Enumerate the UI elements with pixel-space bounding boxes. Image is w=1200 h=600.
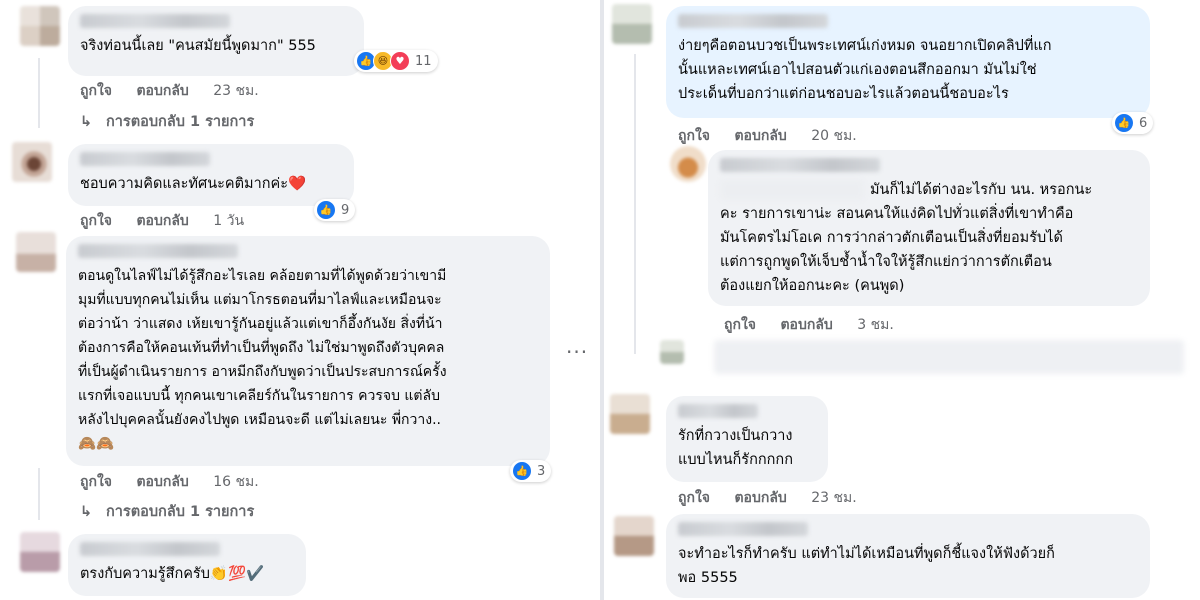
thread-line bbox=[38, 58, 40, 128]
commenter-avatar[interactable] bbox=[670, 146, 706, 182]
comment-timestamp[interactable]: 20 ชม. bbox=[811, 128, 856, 144]
reply-button[interactable]: ตอบกลับ bbox=[136, 213, 188, 229]
comment-bubble: รักที่กวางเป็นกวาง แบบไหนก็รักกกกก bbox=[666, 396, 828, 482]
commenter-avatar[interactable] bbox=[614, 516, 654, 556]
reply-avatar bbox=[660, 340, 684, 364]
reaction-count: 3 bbox=[537, 463, 546, 479]
clap-hundred-check-emoji: 👏💯✔️ bbox=[209, 566, 265, 582]
commenter-avatar[interactable] bbox=[12, 142, 52, 182]
reply-button[interactable]: ตอบกลับ bbox=[734, 128, 786, 144]
comment-actions: ถูกใจ ตอบกลับ 16 ชม. bbox=[80, 471, 279, 493]
left-comments-panel: จริงท่อนนี้เลย "คนสมัยนี้พูดมาก" 555 👍 😆… bbox=[0, 0, 600, 600]
commenter-name-redacted[interactable] bbox=[678, 404, 758, 418]
comment-actions: ถูกใจ ตอบกลับ 3 ชม. bbox=[724, 314, 914, 336]
comment-bubble: ชอบความคิดและทัศนะคติมากค่ะ❤️ bbox=[68, 144, 354, 206]
monkey-emoji: 🙈🙈 bbox=[78, 436, 115, 452]
reaction-count: 9 bbox=[341, 202, 350, 218]
commenter-avatar[interactable] bbox=[610, 394, 650, 434]
reply-arrow-icon: ↳ bbox=[80, 504, 93, 520]
commenter-name-redacted[interactable] bbox=[78, 244, 238, 258]
reply-button[interactable]: ตอบกลับ bbox=[734, 490, 786, 506]
like-button[interactable]: ถูกใจ bbox=[724, 317, 756, 333]
comment-bubble: จะทำอะไรก็ทำครับ แต่ทำไม่ได้เหมือนที่พูด… bbox=[666, 514, 1150, 598]
comment-timestamp[interactable]: 16 ชม. bbox=[213, 474, 258, 490]
comment-actions: ถูกใจ ตอบกลับ 23 ชม. bbox=[678, 487, 877, 509]
commenter-avatar[interactable] bbox=[612, 4, 652, 44]
comment-bubble: ตอนดูในไลฟ์ไม่ได้รู้สึกอะไรเลย คล้อยตามท… bbox=[66, 236, 550, 466]
reaction-summary[interactable]: 👍 6 bbox=[1112, 112, 1154, 134]
commenter-avatar[interactable] bbox=[20, 532, 60, 572]
view-replies-link[interactable]: ↳ การตอบกลับ 1 รายการ bbox=[80, 110, 254, 133]
thread-line bbox=[634, 54, 636, 354]
comment-bubble: ง่ายๆคือตอนบวชเป็นพระเทศน์เก่งหมด จนอยาก… bbox=[666, 6, 1150, 118]
comment-bubble: มันก็ไม่ได้ต่างอะไรกับ นน. หรอกนะ คะ ราย… bbox=[708, 150, 1150, 306]
like-button[interactable]: ถูกใจ bbox=[80, 83, 112, 99]
comment-text: รักที่กวางเป็นกวาง แบบไหนก็รักกกกก bbox=[678, 428, 793, 468]
like-button[interactable]: ถูกใจ bbox=[80, 213, 112, 229]
reaction-count: 11 bbox=[415, 53, 432, 69]
comment-timestamp[interactable]: 23 ชม. bbox=[811, 490, 856, 506]
comment-text: ตอนดูในไลฟ์ไม่ได้รู้สึกอะไรเลย คล้อยตามท… bbox=[78, 268, 447, 428]
comment-bubble: ตรงกับความรู้สึกครับ👏💯✔️ bbox=[68, 534, 306, 596]
thread-line bbox=[38, 468, 40, 520]
view-replies-link[interactable]: ↳ การตอบกลับ 1 รายการ bbox=[80, 500, 254, 523]
like-reaction-icon: 👍 bbox=[1114, 113, 1134, 133]
commenter-avatar[interactable] bbox=[16, 232, 56, 272]
commenter-name-redacted[interactable] bbox=[720, 158, 880, 172]
comment-text: จะทำอะไรก็ทำครับ แต่ทำไม่ได้เหมือนที่พูด… bbox=[678, 546, 1055, 586]
reply-button[interactable]: ตอบกลับ bbox=[136, 474, 188, 490]
reply-button[interactable]: ตอบกลับ bbox=[136, 83, 188, 99]
like-button[interactable]: ถูกใจ bbox=[80, 474, 112, 490]
comment-timestamp[interactable]: 3 ชม. bbox=[857, 317, 894, 333]
comment-text: ตรงกับความรู้สึกครับ👏💯✔️ bbox=[80, 566, 265, 582]
reply-input-redacted[interactable] bbox=[714, 340, 1184, 374]
like-button[interactable]: ถูกใจ bbox=[678, 490, 710, 506]
comment-actions: ถูกใจ ตอบกลับ 1 วัน bbox=[80, 210, 264, 232]
redacted-mention bbox=[720, 180, 864, 200]
reaction-count: 6 bbox=[1139, 115, 1148, 131]
comment-timestamp[interactable]: 23 ชม. bbox=[213, 83, 258, 99]
comment-actions: ถูกใจ ตอบกลับ 20 ชม. bbox=[678, 125, 877, 147]
commenter-name-redacted[interactable] bbox=[678, 522, 808, 536]
reply-arrow-icon: ↳ bbox=[80, 114, 93, 130]
like-reaction-icon: 👍 bbox=[512, 461, 532, 481]
comment-text: ชอบความคิดและทัศนะคติมากค่ะ❤️ bbox=[80, 176, 307, 192]
like-button[interactable]: ถูกใจ bbox=[678, 128, 710, 144]
love-reaction-icon: ♥ bbox=[390, 51, 410, 71]
commenter-name-redacted[interactable] bbox=[80, 14, 230, 28]
comment-bubble: จริงท่อนนี้เลย "คนสมัยนี้พูดมาก" 555 bbox=[68, 6, 364, 76]
comment-text: จริงท่อนนี้เลย "คนสมัยนี้พูดมาก" 555 bbox=[80, 38, 316, 54]
reaction-summary[interactable]: 👍 😆 ♥ 11 bbox=[354, 50, 438, 72]
like-reaction-icon: 👍 bbox=[316, 200, 336, 220]
comment-text: ง่ายๆคือตอนบวชเป็นพระเทศน์เก่งหมด จนอยาก… bbox=[678, 38, 1052, 102]
commenter-name-redacted[interactable] bbox=[80, 542, 220, 556]
right-comments-panel: ง่ายๆคือตอนบวชเป็นพระเทศน์เก่งหมด จนอยาก… bbox=[604, 0, 1200, 600]
reaction-summary[interactable]: 👍 9 bbox=[314, 199, 356, 221]
comment-actions: ถูกใจ ตอบกลับ 23 ชม. bbox=[80, 80, 279, 102]
reaction-summary[interactable]: 👍 3 bbox=[510, 460, 552, 482]
comment-body: มันก็ไม่ได้ต่างอะไรกับ นน. หรอกนะ คะ ราย… bbox=[720, 178, 1138, 298]
commenter-avatar[interactable] bbox=[20, 6, 60, 46]
more-options-icon[interactable]: ··· bbox=[566, 340, 588, 364]
heart-emoji: ❤️ bbox=[287, 176, 307, 192]
comment-timestamp[interactable]: 1 วัน bbox=[213, 213, 244, 229]
commenter-name-redacted[interactable] bbox=[80, 152, 210, 166]
commenter-name-redacted[interactable] bbox=[678, 14, 828, 28]
reply-button[interactable]: ตอบกลับ bbox=[780, 317, 832, 333]
